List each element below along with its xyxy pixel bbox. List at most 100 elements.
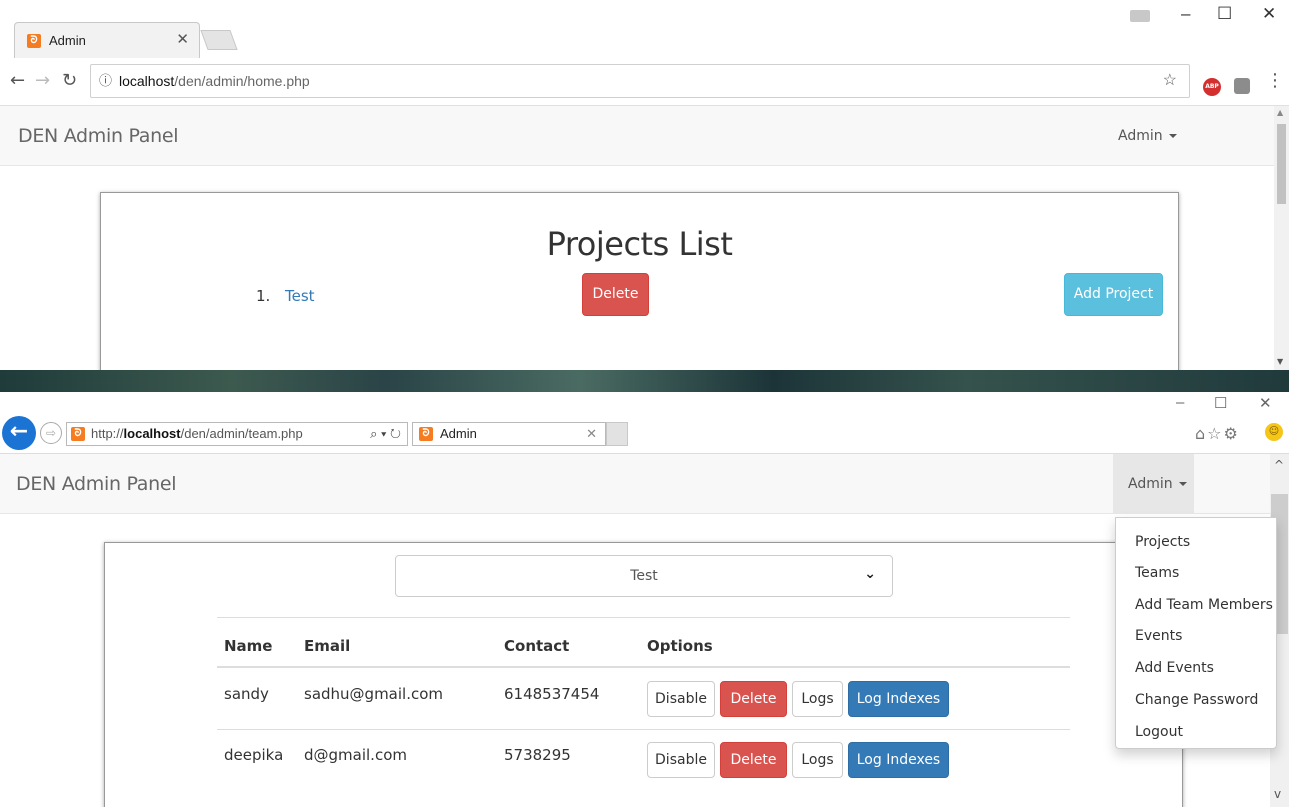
team-page: DEN Admin Panel Admin Test ⌄ Name Email … (0, 454, 1270, 807)
chrome-tab-admin[interactable]: ᘐ Admin ✕ (14, 22, 200, 58)
row-contact: 5738295 (504, 746, 571, 764)
navbar-brand[interactable]: DEN Admin Panel (16, 473, 177, 495)
column-header-email: Email (304, 637, 351, 655)
team-panel: Test ⌄ Name Email Contact Options sandy … (104, 542, 1183, 807)
page-title: Projects List (546, 225, 733, 263)
admin-dropdown-menu: Projects Teams Add Team Members Events A… (1115, 517, 1277, 749)
minimize-icon[interactable]: – (1176, 394, 1184, 411)
url-host: localhost (123, 426, 181, 441)
menu-item-add-events[interactable]: Add Events (1135, 660, 1214, 676)
maximize-icon[interactable]: ☐ (1214, 394, 1227, 412)
row-email: d@gmail.com (304, 746, 407, 764)
logs-button[interactable]: Logs (792, 742, 843, 778)
minimize-icon[interactable]: – (1181, 4, 1190, 24)
menu-item-add-team-members[interactable]: Add Team Members (1135, 597, 1273, 613)
home-favorites-settings-icon[interactable]: ⌂☆⚙ (1195, 424, 1240, 443)
admin-dropdown-toggle-open[interactable]: Admin (1113, 454, 1194, 514)
menu-item-logout[interactable]: Logout (1135, 724, 1183, 740)
add-project-button[interactable]: Add Project (1064, 273, 1163, 316)
menu-item-teams[interactable]: Teams (1135, 565, 1179, 581)
ie-toolbar: ← ⇨ ᘐ http://localhost/den/admin/team.ph… (0, 392, 1289, 454)
url-host: localhost (119, 73, 175, 89)
back-arrow-icon[interactable]: ← (2, 416, 36, 450)
navbar: DEN Admin Panel Admin (0, 106, 1274, 166)
row-name: sandy (224, 685, 269, 703)
log-indexes-button[interactable]: Log Indexes (848, 681, 949, 717)
projects-panel: Projects List 1. Test Delete Add Project (100, 192, 1179, 370)
xampp-favicon-icon: ᘐ (71, 427, 85, 441)
forward-arrow-icon[interactable]: ⇨ (40, 422, 62, 444)
scroll-down-icon[interactable]: ▼ (1277, 357, 1283, 366)
table-top-border (217, 617, 1070, 618)
menu-item-projects[interactable]: Projects (1135, 534, 1190, 550)
navbar: DEN Admin Panel Admin (0, 454, 1270, 514)
chrome-scrollbar[interactable]: ▲ ▼ (1274, 106, 1289, 370)
chrome-tab-title: Admin (49, 33, 86, 48)
table-header-border (217, 666, 1070, 668)
reload-icon[interactable]: ↻ (62, 70, 77, 91)
chrome-toolbar: ← → ↻ ⓘ localhost/den/admin/home.php ☆ A… (0, 58, 1289, 106)
caret-down-icon (1168, 134, 1177, 138)
maximize-icon[interactable]: ☐ (1217, 4, 1232, 24)
selected-project: Test (630, 568, 658, 584)
new-tab-button[interactable] (200, 30, 238, 50)
scroll-up-icon[interactable]: ^ (1274, 458, 1284, 472)
scroll-up-icon[interactable]: ▲ (1277, 108, 1283, 117)
chrome-window: ᘐ Admin ✕ – ☐ ✕ ← → ↻ ⓘ localhost/den/ad… (0, 0, 1289, 370)
disable-button[interactable]: Disable (647, 742, 715, 778)
log-indexes-button[interactable]: Log Indexes (848, 742, 949, 778)
list-item-number: 1. (256, 287, 271, 305)
chrome-tab-strip: ᘐ Admin ✕ – ☐ ✕ (0, 0, 1289, 58)
search-refresh-icon[interactable]: ⌕ ▾ ↻ (370, 423, 401, 445)
ie-tab-admin[interactable]: ᘐ Admin ✕ (412, 422, 606, 446)
delete-button[interactable]: Delete (720, 681, 787, 717)
close-window-icon[interactable]: ✕ (1262, 4, 1276, 24)
ie-tab-title: Admin (440, 426, 477, 441)
url-path: /den/admin/home.php (174, 73, 310, 89)
disable-button[interactable]: Disable (647, 681, 715, 717)
address-bar[interactable]: ⓘ localhost/den/admin/home.php ☆ (90, 64, 1190, 98)
admin-label: Admin (1128, 476, 1173, 492)
back-arrow-icon[interactable]: ← (10, 70, 25, 91)
url-path: /den/admin/team.php (180, 426, 303, 441)
bookmark-star-icon[interactable]: ☆ (1163, 65, 1177, 97)
project-select[interactable]: Test ⌄ (395, 555, 893, 597)
close-window-icon[interactable]: ✕ (1259, 394, 1272, 412)
chevron-down-icon: ⌄ (864, 566, 876, 582)
admin-dropdown-toggle[interactable]: Admin (1118, 128, 1177, 144)
column-header-name: Name (224, 637, 273, 655)
projects-page: DEN Admin Panel Admin Projects List 1. T… (0, 106, 1274, 370)
forward-arrow-icon[interactable]: → (35, 70, 50, 91)
close-tab-icon[interactable]: ✕ (586, 426, 597, 442)
row-divider (217, 729, 1070, 730)
url-prefix: http:// (91, 426, 124, 441)
delete-button[interactable]: Delete (720, 742, 787, 778)
xampp-favicon-icon: ᘐ (27, 34, 41, 48)
new-tab-button[interactable] (606, 422, 628, 446)
row-email: sadhu@gmail.com (304, 685, 444, 703)
logs-button[interactable]: Logs (792, 681, 843, 717)
ie-window: ← ⇨ ᘐ http://localhost/den/admin/team.ph… (0, 392, 1289, 807)
navbar-brand[interactable]: DEN Admin Panel (18, 125, 179, 147)
scrollbar-thumb[interactable] (1277, 124, 1286, 204)
project-link-test[interactable]: Test (285, 287, 315, 305)
chrome-menu-icon[interactable]: ⋮ (1266, 70, 1284, 91)
row-name: deepika (224, 746, 284, 764)
column-header-contact: Contact (504, 637, 570, 655)
menu-item-events[interactable]: Events (1135, 628, 1182, 644)
extension-icon[interactable] (1234, 78, 1250, 94)
delete-project-button[interactable]: Delete (582, 273, 649, 316)
profile-icon[interactable] (1130, 10, 1150, 22)
column-header-options: Options (647, 637, 713, 655)
row-contact: 6148537454 (504, 685, 600, 703)
desktop-wallpaper (0, 370, 1289, 392)
menu-item-change-password[interactable]: Change Password (1135, 692, 1258, 708)
info-icon[interactable]: ⓘ (99, 65, 112, 97)
ie-address-bar[interactable]: ᘐ http://localhost/den/admin/team.php ⌕ … (66, 422, 408, 446)
caret-down-icon (1178, 482, 1187, 486)
feedback-smiley-icon[interactable]: ☺ (1265, 423, 1283, 441)
scroll-down-icon[interactable]: v (1274, 787, 1281, 801)
adblock-extension-icon[interactable]: ABP (1203, 78, 1221, 96)
close-tab-icon[interactable]: ✕ (176, 30, 189, 48)
admin-label: Admin (1118, 128, 1163, 144)
